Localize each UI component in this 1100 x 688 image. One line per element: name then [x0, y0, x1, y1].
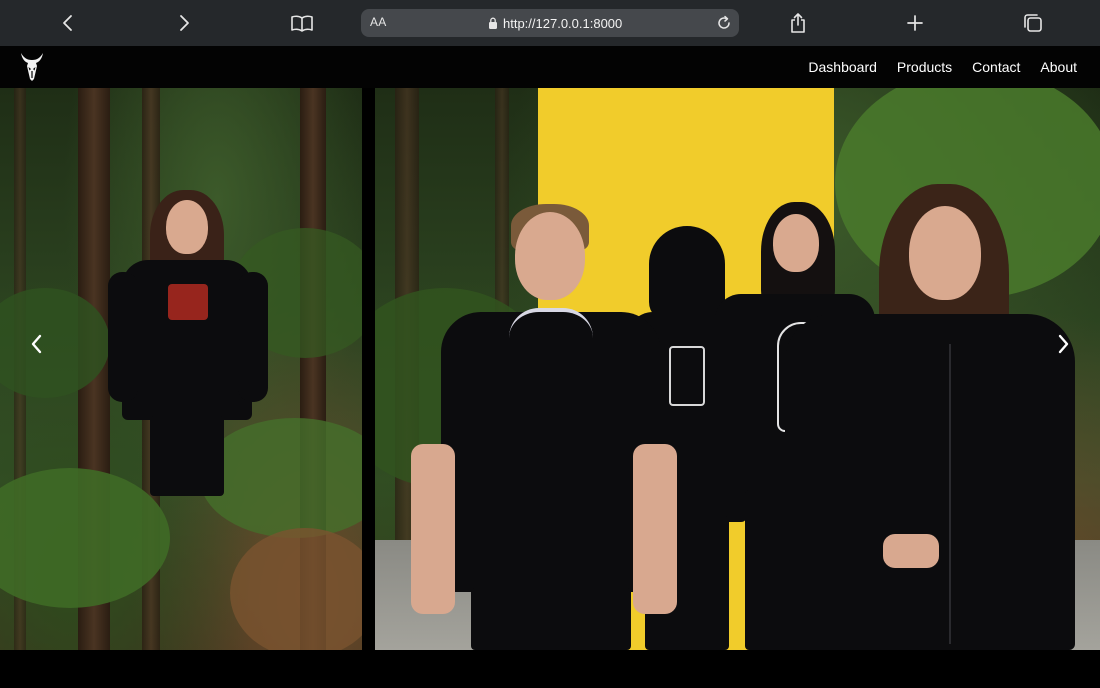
model-jacket	[779, 184, 1079, 650]
site-navbar: Dashboard Products Contact About	[0, 46, 1100, 88]
forward-button[interactable]	[164, 0, 204, 46]
chevron-right-icon	[1058, 334, 1069, 354]
jacket-zipper	[949, 344, 951, 644]
chevron-left-icon	[63, 15, 72, 31]
chevron-left-icon	[31, 334, 42, 354]
hoodie-print	[168, 284, 208, 320]
chevron-right-icon	[180, 15, 189, 31]
browser-toolbar: AA http://127.0.0.1:8000	[0, 0, 1100, 46]
new-tab-button[interactable]	[895, 0, 935, 46]
carousel-prev-button[interactable]	[24, 332, 48, 356]
nav-item-about[interactable]: About	[1040, 59, 1077, 75]
plus-icon	[907, 15, 923, 31]
hero-carousel	[0, 88, 1100, 650]
page-bottom-strip	[0, 650, 1100, 688]
nav-item-products[interactable]: Products	[897, 59, 952, 75]
model-forest	[108, 188, 268, 650]
reload-button[interactable]	[714, 13, 734, 33]
text-size-button[interactable]: AA	[370, 15, 387, 29]
nav-links: Dashboard Products Contact About	[808, 46, 1077, 88]
share-icon	[791, 13, 805, 33]
url-display[interactable]: http://127.0.0.1:8000	[488, 9, 622, 37]
tabs-icon	[1024, 14, 1042, 32]
carousel-next-button[interactable]	[1052, 332, 1076, 356]
tabs-overview-button[interactable]	[1013, 0, 1053, 46]
horned-skull-logo-icon	[21, 53, 43, 81]
share-button[interactable]	[778, 0, 818, 46]
reload-icon	[718, 15, 730, 29]
model-polo	[411, 204, 681, 650]
nav-item-dashboard[interactable]: Dashboard	[808, 59, 877, 75]
url-text: http://127.0.0.1:8000	[503, 15, 623, 31]
carousel-slide-forest	[0, 88, 362, 650]
nav-item-contact[interactable]: Contact	[972, 59, 1020, 75]
book-icon	[291, 15, 313, 32]
brand-logo[interactable]	[20, 52, 44, 82]
lock-icon	[489, 17, 497, 29]
bookmarks-button[interactable]	[282, 0, 322, 46]
back-button[interactable]	[48, 0, 88, 46]
address-bar[interactable]: AA http://127.0.0.1:8000	[361, 9, 739, 37]
carousel-slide-group	[375, 88, 1100, 650]
